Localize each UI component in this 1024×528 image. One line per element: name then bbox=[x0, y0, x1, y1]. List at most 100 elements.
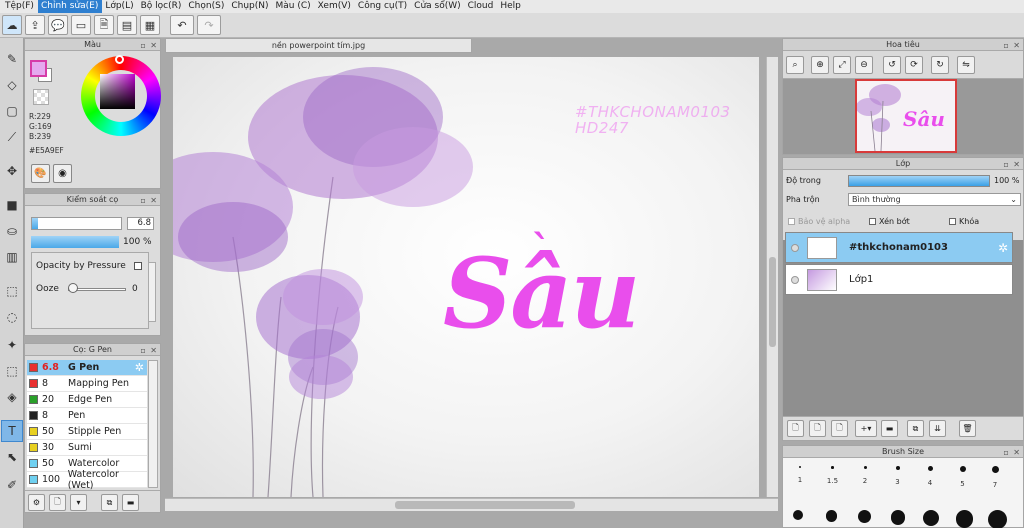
menu-window[interactable]: Cửa sổ(W) bbox=[411, 0, 464, 13]
drawing-canvas[interactable]: #THKCHONAM0103 HD247 Sâu ` bbox=[173, 57, 759, 497]
export-icon[interactable]: ▦ bbox=[140, 15, 160, 35]
new-text-layer-icon[interactable]: 🗋 bbox=[831, 420, 848, 437]
duplicate-layer-icon[interactable]: ⧉ bbox=[907, 420, 924, 437]
gear-icon[interactable]: ✲ bbox=[998, 241, 1008, 255]
new-vector-layer-icon[interactable]: 🗋 bbox=[809, 420, 826, 437]
brush-size-preset[interactable]: 4 bbox=[915, 466, 945, 487]
brush-item[interactable]: 20 Edge Pen bbox=[27, 392, 147, 408]
undo-icon[interactable]: ↶ bbox=[170, 15, 194, 35]
visibility-icon[interactable] bbox=[791, 243, 799, 252]
new-raster-layer-icon[interactable]: 🗋 bbox=[787, 420, 804, 437]
brush-size-dot-large[interactable] bbox=[793, 510, 803, 520]
navigator-thumbnail[interactable]: Sâu bbox=[855, 79, 957, 153]
fill-rect-icon[interactable]: ■ bbox=[1, 194, 23, 216]
brush-size-preset[interactable]: 5 bbox=[948, 466, 978, 488]
select-eraser-icon[interactable]: ◈ bbox=[1, 386, 23, 408]
menu-color[interactable]: Màu (C) bbox=[273, 0, 315, 13]
layer-row-text[interactable]: #thkchonam0103 ✲ bbox=[785, 232, 1013, 263]
saturation-value-square[interactable] bbox=[100, 74, 135, 109]
menu-view[interactable]: Xem(V) bbox=[315, 0, 355, 13]
lasso-tool-icon[interactable]: ◌ bbox=[1, 306, 23, 328]
visibility-icon[interactable] bbox=[791, 275, 799, 284]
brush-size-dot-large[interactable] bbox=[858, 510, 871, 523]
color-wheel[interactable] bbox=[81, 55, 161, 136]
layer-folder-icon[interactable]: ▬ bbox=[881, 420, 898, 437]
brush-menu-icon[interactable]: ▾ bbox=[70, 494, 87, 511]
move-tool-icon[interactable]: ✥ bbox=[1, 160, 23, 182]
select-pen-icon[interactable]: ⬚ bbox=[1, 360, 23, 382]
brush-opacity-slider[interactable] bbox=[31, 236, 119, 249]
brush-size-dot-large[interactable] bbox=[955, 510, 973, 528]
protect-alpha-checkbox[interactable]: Bảo vệ alpha bbox=[788, 217, 850, 226]
brush-size-dot-large[interactable] bbox=[825, 510, 837, 522]
brush-size-dot-large[interactable] bbox=[923, 510, 939, 526]
menu-edit[interactable]: Chỉnh sửa(E) bbox=[37, 0, 103, 13]
magic-wand-icon[interactable]: ✦ bbox=[1, 334, 23, 356]
rect-select-icon[interactable]: ▢ bbox=[1, 100, 23, 122]
brush-size-value[interactable]: 6.8 bbox=[127, 217, 154, 230]
comment-icon[interactable]: ▭ bbox=[71, 15, 91, 35]
brush-size-preset[interactable]: 3 bbox=[883, 466, 913, 486]
eraser-tool-icon[interactable]: ◇ bbox=[1, 74, 23, 96]
brush-item[interactable]: 50 Stipple Pen bbox=[27, 424, 147, 440]
rotate-left-icon[interactable]: ↺ bbox=[883, 56, 901, 74]
canvas-horizontal-scrollbar[interactable] bbox=[165, 498, 778, 511]
gear-icon[interactable]: ✲ bbox=[135, 361, 144, 374]
pen-tool-icon[interactable]: ✎ bbox=[1, 48, 23, 70]
text-tool-icon[interactable]: T bbox=[1, 420, 23, 442]
layer-row-base[interactable]: Lớp1 bbox=[785, 264, 1013, 295]
ooze-slider-handle[interactable] bbox=[68, 283, 78, 293]
operation-tool-icon[interactable]: ⬉ bbox=[1, 446, 23, 468]
menu-filter[interactable]: Bộ lọc(R) bbox=[138, 0, 186, 13]
brush-size-slider[interactable] bbox=[31, 217, 122, 230]
brush-size-preset[interactable]: 1 bbox=[785, 466, 815, 484]
share-icon[interactable]: ⇪ bbox=[25, 15, 45, 35]
fit-window-icon[interactable]: ⤢ bbox=[833, 56, 851, 74]
palette-icon[interactable]: 🎨 bbox=[31, 164, 50, 183]
bucket-tool-icon[interactable]: ⛀ bbox=[1, 220, 23, 242]
brush-control-scrollbar[interactable] bbox=[148, 262, 156, 322]
brush-folder-icon[interactable]: ▬ bbox=[122, 494, 139, 511]
brush-size-preset[interactable]: 7 bbox=[980, 466, 1010, 489]
layer-opacity-slider[interactable] bbox=[848, 175, 990, 187]
canvas-vertical-scrollbar[interactable] bbox=[766, 57, 778, 497]
menu-file[interactable]: Tệp(F) bbox=[2, 0, 38, 13]
zoom-actual-icon[interactable]: ⌕ bbox=[786, 56, 804, 74]
brush-settings-icon[interactable]: ⚙ bbox=[28, 494, 45, 511]
color-set-icon[interactable]: ◉ bbox=[53, 164, 72, 183]
brush-item[interactable]: 8 Pen bbox=[27, 408, 147, 424]
cloud-icon[interactable]: ☁ bbox=[2, 15, 22, 35]
clipping-checkbox[interactable]: Xén bớt bbox=[869, 217, 910, 226]
transparent-color-swatch[interactable] bbox=[33, 89, 49, 105]
redo-icon[interactable]: ↷ bbox=[197, 15, 221, 35]
lock-checkbox[interactable]: Khóa bbox=[949, 217, 979, 226]
copy-brush-icon[interactable]: ⧉ bbox=[101, 494, 118, 511]
main-color-swatch[interactable] bbox=[30, 60, 47, 77]
eyedropper-icon[interactable]: ✐ bbox=[1, 474, 23, 496]
brush-size-dot-large[interactable] bbox=[988, 510, 1007, 528]
rotate-reset-icon[interactable]: ⟳ bbox=[905, 56, 923, 74]
brush-item[interactable]: 100 Watercolor (Wet) bbox=[27, 469, 147, 491]
trash-icon[interactable]: 🗑 bbox=[959, 420, 976, 437]
gradient-tool-icon[interactable]: ▥ bbox=[1, 246, 23, 268]
select-rect-icon[interactable]: ⬚ bbox=[1, 280, 23, 302]
new-brush-icon[interactable]: 🗋 bbox=[49, 494, 66, 511]
new-document-icon[interactable]: 🗎 bbox=[94, 15, 114, 35]
brush-item[interactable]: 8 Mapping Pen bbox=[27, 376, 147, 392]
menu-cloud[interactable]: Cloud bbox=[465, 0, 498, 13]
brush-item[interactable]: 6.8 G Pen ✲ bbox=[27, 360, 147, 376]
brush-item[interactable]: 30 Sumi bbox=[27, 440, 147, 456]
brush-size-dot-large[interactable] bbox=[890, 510, 905, 525]
line-tool-icon[interactable]: ⟋ bbox=[1, 126, 23, 148]
save-icon[interactable]: ▤ bbox=[117, 15, 137, 35]
hue-handle[interactable] bbox=[115, 55, 124, 64]
opacity-by-pressure-checkbox[interactable] bbox=[134, 262, 142, 270]
merge-layer-icon[interactable]: ⇊ bbox=[929, 420, 946, 437]
brush-size-preset[interactable]: 1.5 bbox=[818, 466, 848, 485]
chat-icon[interactable]: 💬 bbox=[48, 15, 68, 35]
document-tab[interactable]: nền powerpoint tím.jpg bbox=[165, 38, 472, 53]
rotate-right-icon[interactable]: ↻ bbox=[931, 56, 949, 74]
zoom-out-icon[interactable]: ⊖ bbox=[855, 56, 873, 74]
blend-mode-select[interactable]: Bình thường ⌄ bbox=[848, 193, 1021, 206]
flip-horizontal-icon[interactable]: ⇋ bbox=[957, 56, 975, 74]
